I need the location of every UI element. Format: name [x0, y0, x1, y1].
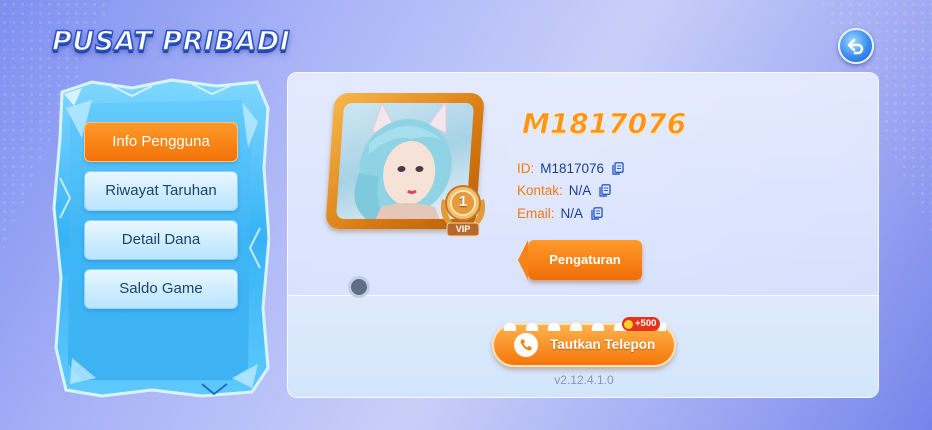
back-arrow-icon — [847, 38, 864, 55]
email-value: N/A — [560, 206, 584, 221]
contact-value: N/A — [568, 183, 592, 198]
bind-phone-button[interactable]: Tautkan Telepon +500 — [492, 317, 676, 367]
id-value: M1817076 — [540, 161, 605, 176]
sidebar-item-riwayat-taruhan[interactable]: Riwayat Taruhan — [84, 171, 238, 211]
page-title: PUSAT PRIBADI — [51, 25, 291, 58]
profile-card: 1 VIP M1817076 ID: M1817076 Kontak: N/A … — [287, 72, 879, 398]
sidebar: Info Pengguna Riwayat Taruhan Detail Dan… — [52, 78, 270, 398]
sidebar-item-saldo-game[interactable]: Saldo Game — [84, 269, 238, 309]
reward-badge: +500 — [622, 317, 661, 331]
vip-badge: 1 VIP — [438, 181, 488, 239]
sidebar-menu: Info Pengguna Riwayat Taruhan Detail Dan… — [84, 122, 238, 318]
settings-button[interactable]: Pengaturan — [518, 240, 642, 280]
back-button[interactable] — [838, 28, 874, 64]
status-dot — [348, 276, 370, 298]
version-label: v2.12.4.1.0 — [554, 373, 614, 387]
contact-label: Kontak: — [517, 183, 563, 198]
sidebar-item-detail-dana[interactable]: Detail Dana — [84, 220, 238, 260]
copy-icon[interactable] — [591, 207, 603, 220]
reward-amount: +500 — [635, 318, 657, 329]
id-row: ID: M1817076 — [517, 161, 757, 176]
phone-icon — [514, 333, 538, 357]
contact-row: Kontak: N/A — [517, 183, 757, 198]
email-label: Email: — [517, 206, 555, 221]
bind-phone-label: Tautkan Telepon — [550, 337, 656, 352]
username: M1817076 — [522, 107, 687, 141]
vip-level: 1 — [458, 193, 468, 210]
copy-icon[interactable] — [612, 162, 624, 175]
sidebar-item-info-pengguna[interactable]: Info Pengguna — [84, 122, 238, 162]
coin-icon — [624, 319, 633, 329]
copy-icon[interactable] — [599, 184, 611, 197]
vip-label: VIP — [455, 224, 471, 234]
email-row: Email: N/A — [517, 206, 757, 221]
id-label: ID: — [517, 161, 535, 176]
